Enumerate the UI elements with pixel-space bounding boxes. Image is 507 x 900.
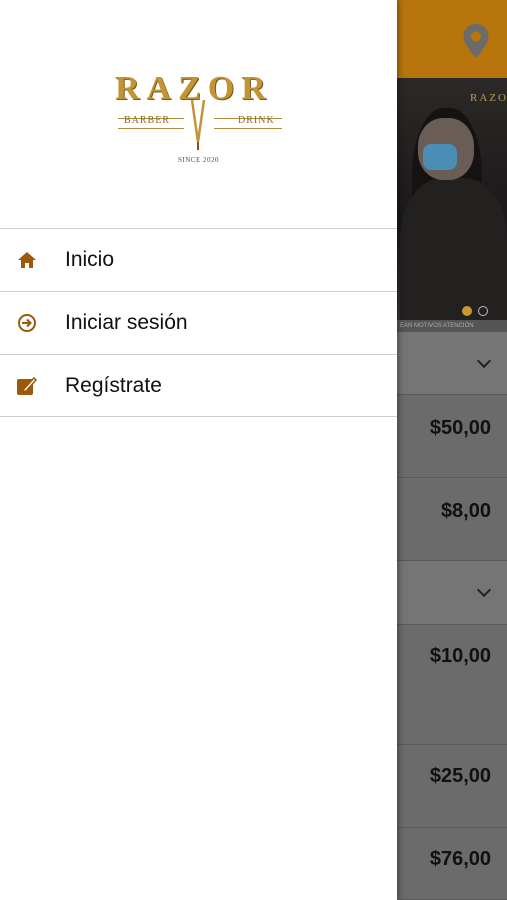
location-icon[interactable] [462, 24, 490, 58]
logo-since-text: SINCE 2020 [178, 156, 219, 164]
logo-barber-text: BARBER [124, 115, 171, 126]
navigation-drawer: RAZOR BARBER DRINK SINCE 2020 Inicio Ini… [0, 0, 397, 900]
menu-item-label: Inicio [65, 247, 115, 271]
service-price: $50,00 [429, 417, 491, 439]
service-price: $76,00 [429, 848, 491, 870]
razor-blade-icon [190, 99, 206, 150]
register-icon [16, 375, 38, 397]
service-price: $10,00 [429, 645, 491, 667]
home-icon [16, 249, 38, 271]
service-price: $8,00 [440, 500, 491, 522]
service-price: $25,00 [429, 765, 491, 787]
login-icon [16, 312, 38, 334]
logo-drink-text: DRINK [238, 115, 275, 126]
carousel-dot[interactable] [478, 306, 488, 316]
menu-item-label: Regístrate [65, 373, 162, 397]
menu-item-iniciar-sesion[interactable]: Iniciar sesión [0, 291, 397, 353]
carousel-dot-active[interactable] [462, 306, 472, 316]
chevron-down-icon [476, 353, 492, 369]
menu-item-registrate[interactable]: Regístrate [0, 354, 397, 417]
razor-logo: RAZOR BARBER DRINK SINCE 2020 [110, 70, 290, 170]
menu-item-label: Iniciar sesión [65, 310, 188, 334]
menu-item-inicio[interactable]: Inicio [0, 228, 397, 290]
chevron-down-icon [476, 582, 492, 598]
banner-logo: RAZOR [470, 92, 507, 104]
